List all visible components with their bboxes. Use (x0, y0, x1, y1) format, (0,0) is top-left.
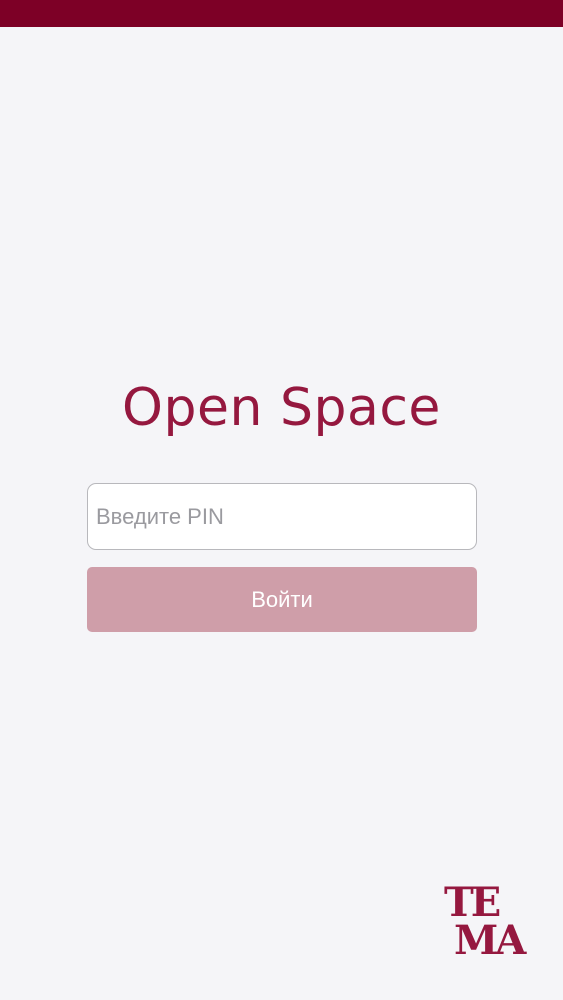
tema-logo: TE MA (444, 883, 534, 964)
logo-line-2: MA (454, 917, 526, 964)
login-button[interactable]: Войти (87, 567, 477, 632)
top-bar (0, 0, 563, 27)
app-title: Open Space (122, 378, 441, 438)
pin-input[interactable] (87, 483, 477, 550)
